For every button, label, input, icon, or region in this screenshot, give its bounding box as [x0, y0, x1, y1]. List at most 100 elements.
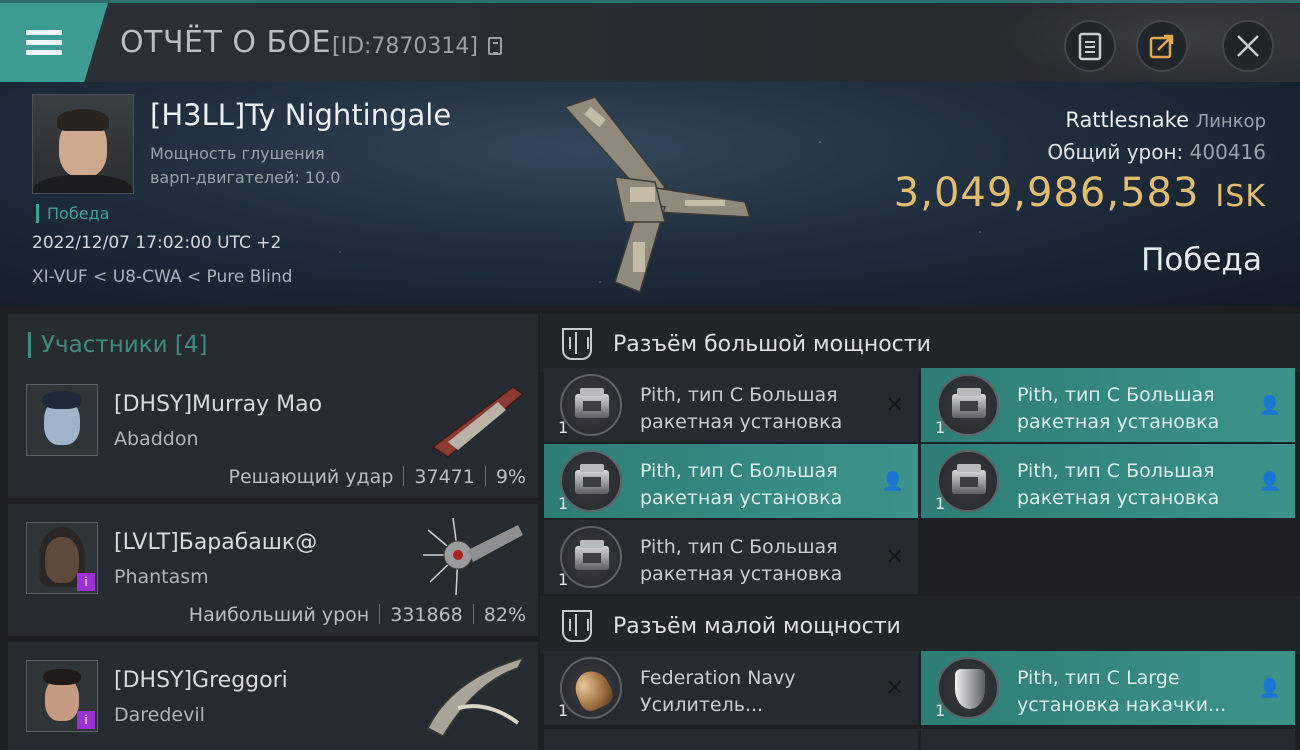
module-name: Federation Navy Усилитель... [640, 667, 796, 716]
participant-avatar[interactable]: i [26, 522, 98, 594]
module-quantity: 1 [558, 418, 569, 437]
module-name: Pith, тип C Large установка накачки... [1017, 667, 1227, 716]
participants-title: Участники [4] [28, 332, 207, 358]
high-slots-title: Разъём большой мощности [613, 332, 931, 357]
stats-divider [472, 604, 474, 624]
module-quantity: 1 [558, 701, 569, 720]
module-slot[interactable]: 1 Federation Navy Усилитель... ✕ [544, 651, 918, 725]
module-slot[interactable]: 1 Pith, тип C Большая ракетная установка… [544, 444, 918, 518]
module-slot[interactable]: 1 Pith, тип C Large установка накачки...… [921, 651, 1295, 725]
participant-damage: 37471 [414, 466, 475, 488]
module-name: Pith, тип C Большая ракетная установка [640, 536, 843, 585]
participant-ship: Phantasm [114, 566, 209, 588]
high-slot-icon [562, 328, 592, 360]
participant-avatar[interactable]: i [26, 660, 98, 732]
page-title: ОТЧЁТ О БОЕ [120, 25, 332, 60]
copy-icon[interactable] [488, 37, 502, 55]
victim-result-tag: Победа [36, 204, 109, 223]
participant-percent: 82% [483, 604, 526, 626]
stats-divider [379, 604, 381, 624]
participants-panel: Участники [4] [DHSY]Murray Mao Abaddon Р… [0, 306, 540, 750]
victim-ship-image[interactable] [555, 92, 755, 302]
module-slot-partial[interactable] [544, 729, 918, 750]
module-name: Pith, тип C Большая ракетная установка [1017, 384, 1220, 433]
missile-launcher-icon [560, 526, 622, 588]
x-mark-icon: ✕ [885, 676, 904, 701]
module-name: Pith, тип C Большая ракетная установка [640, 384, 843, 433]
fitting-panel: Разъём большой мощности 1 Pith, тип C Бо… [540, 306, 1300, 750]
missile-launcher-icon [560, 450, 622, 512]
participants-header: Участники [4] [8, 314, 538, 372]
menu-button[interactable] [0, 3, 108, 82]
isk-unit: ISK [1215, 179, 1266, 214]
participant-row[interactable]: [DHSY]Murray Mao Abaddon Решающий удар 37… [8, 366, 538, 498]
info-badge-icon[interactable]: i [77, 711, 95, 729]
participant-name: [DHSY]Murray Mao [114, 392, 323, 417]
isk-value: 3,049,986,583 ISK [894, 170, 1266, 216]
participant-avatar[interactable] [26, 384, 98, 456]
victim-ship[interactable]: Rattlesnake Линкор [1065, 108, 1266, 132]
module-quantity: 1 [558, 494, 569, 513]
low-slot-icon [562, 610, 592, 642]
participant-damage: 331868 [390, 604, 463, 626]
module-quantity: 1 [558, 570, 569, 589]
participant-ship-image [423, 517, 523, 596]
high-slots-header: Разъём большой мощности [540, 314, 1300, 372]
victim-attribute-line2: варп-двигателей: 10.0 [150, 168, 341, 187]
participant-role: Решающий удар [228, 466, 394, 488]
module-slot-partial[interactable] [921, 729, 1295, 750]
report-id: [ID:7870314] [332, 34, 478, 59]
share-icon [1149, 34, 1174, 59]
participant-row[interactable]: i [LVLT]Барабашк@ Phantasm Наибольший ур… [8, 504, 538, 636]
module-slot[interactable]: 1 Pith, тип C Большая ракетная установка… [921, 368, 1295, 442]
victim-avatar[interactable] [32, 94, 134, 194]
close-icon [1237, 35, 1259, 57]
participant-row[interactable]: i [DHSY]Greggori Daredevil [8, 642, 538, 750]
kill-result: Победа [1141, 242, 1262, 278]
x-mark-icon: ✕ [885, 393, 904, 418]
missile-launcher-icon [937, 450, 999, 512]
participant-ship: Abaddon [114, 428, 199, 450]
victim-attribute: Мощность глушения варп-двигателей: 10.0 [150, 142, 340, 190]
module-slot[interactable]: 1 Pith, тип C Большая ракетная установка… [544, 520, 918, 594]
person-icon: 👤 [1258, 678, 1281, 699]
ship-name: Rattlesnake [1065, 108, 1189, 132]
participant-stats: Наибольший урон 331868 82% [189, 604, 526, 626]
hamburger-icon [26, 25, 62, 60]
ship-class: Линкор [1195, 111, 1266, 132]
person-icon: 👤 [1258, 395, 1281, 416]
participant-name: [DHSY]Greggori [114, 668, 288, 693]
low-slots-title: Разъём малой мощности [613, 614, 901, 639]
total-damage-value: 400416 [1189, 140, 1266, 164]
participant-ship-image [427, 656, 525, 737]
participant-stats: Решающий удар 37471 9% [228, 466, 526, 488]
amplifier-icon [560, 657, 622, 719]
victim-panel: [H3LL]Ty Nightingale Мощность глушения в… [0, 82, 1300, 306]
missile-launcher-icon [560, 374, 622, 436]
low-slots-header: Разъём малой мощности [540, 596, 1300, 654]
module-name: Pith, тип C Большая ракетная установка [1017, 460, 1220, 509]
info-badge-icon[interactable]: i [77, 573, 95, 591]
person-icon: 👤 [1258, 471, 1281, 492]
header-bar: ОТЧЁТ О БОЕ [ID:7870314] [0, 0, 1300, 85]
stats-divider [484, 466, 486, 486]
module-quantity: 1 [935, 701, 946, 720]
module-quantity: 1 [935, 494, 946, 513]
share-button[interactable] [1136, 20, 1188, 72]
isk-amount: 3,049,986,583 [893, 170, 1200, 216]
report-button[interactable] [1064, 20, 1116, 72]
stats-divider [403, 466, 405, 486]
kill-location[interactable]: XI-VUF < U8-CWA < Pure Blind [32, 267, 292, 287]
participant-percent: 9% [495, 466, 526, 488]
module-slot[interactable]: 1 Pith, тип C Большая ракетная установка… [544, 368, 918, 442]
clipboard-icon [1078, 32, 1102, 61]
module-quantity: 1 [935, 418, 946, 437]
participant-ship: Daredevil [114, 704, 205, 726]
missile-launcher-icon [937, 374, 999, 436]
kill-datetime: 2022/12/07 17:02:00 UTC +2 [32, 233, 282, 253]
close-button[interactable] [1222, 20, 1274, 72]
shield-booster-icon [937, 657, 999, 719]
total-damage: Общий урон: 400416 [1047, 140, 1266, 164]
module-slot[interactable]: 1 Pith, тип C Большая ракетная установка… [921, 444, 1295, 518]
victim-name[interactable]: [H3LL]Ty Nightingale [150, 98, 451, 132]
